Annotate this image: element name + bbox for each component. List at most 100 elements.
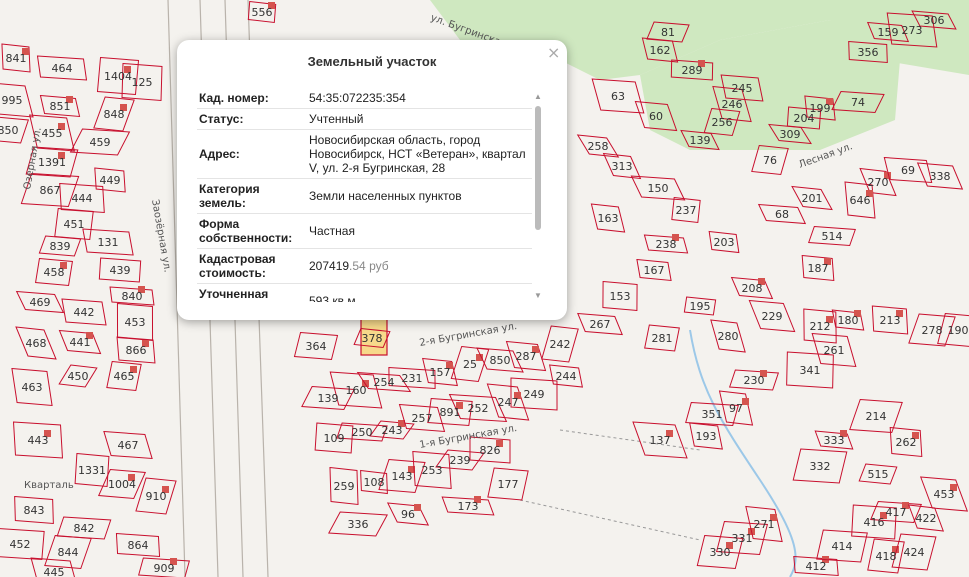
close-icon[interactable]: × — [547, 43, 560, 62]
parcel-label: 1004 — [108, 478, 136, 491]
parcel-info-popup: Земельный участок × Кад. номер: 54:35:07… — [177, 40, 567, 320]
scroll-thumb[interactable] — [535, 106, 541, 230]
parcel-label: 245 — [732, 82, 753, 95]
info-value: Земли населенных пунктов — [307, 178, 532, 214]
parcel-label: 257 — [412, 412, 433, 425]
info-row: Кадастровая стоимость: 207419.54 руб — [197, 248, 532, 284]
parcel-label: 338 — [930, 170, 951, 183]
parcel-label: 60 — [649, 110, 663, 123]
parcel-label: 199 — [810, 102, 831, 115]
info-value: Учтенный — [307, 108, 532, 130]
info-value: 593 кв.м — [307, 283, 532, 302]
parcel-label: 139 — [690, 134, 711, 147]
info-row: Форма собственности: Частная — [197, 213, 532, 249]
parcel-label: 253 — [422, 464, 443, 477]
info-table: Кад. номер: 54:35:072235:354 Статус: Учт… — [197, 88, 532, 302]
parcel-label: 443 — [28, 434, 49, 447]
parcel-label: 378 — [362, 332, 383, 345]
parcel-label: 331 — [732, 532, 753, 545]
parcel-label: 125 — [132, 76, 153, 89]
info-label: Адрес: — [197, 129, 307, 179]
parcel-label: 356 — [858, 46, 879, 59]
parcel-label: 256 — [712, 116, 733, 129]
parcel-label: 422 — [916, 512, 937, 525]
parcel-label: 262 — [896, 436, 917, 449]
parcel-label: 246 — [722, 98, 743, 111]
scroll-up-icon[interactable]: ▲ — [534, 92, 542, 101]
parcel-label: 866 — [126, 344, 147, 357]
parcel-label: 280 — [718, 330, 739, 343]
parcel-label: 848 — [104, 108, 125, 121]
parcel-label: 143 — [392, 470, 413, 483]
parcel-label: 465 — [114, 370, 135, 383]
parcel-label: 445 — [44, 566, 65, 577]
parcel-label: 330 — [710, 546, 731, 559]
parcel-label: 514 — [822, 230, 843, 243]
street-label: Кварталь — [24, 480, 74, 491]
parcel-label: 412 — [806, 560, 827, 573]
info-row: Уточненная площадь: 593 кв.м — [197, 283, 532, 302]
info-row: Кад. номер: 54:35:072235:354 — [197, 88, 532, 109]
parcel-label: 515 — [868, 468, 889, 481]
parcel-label: 442 — [74, 306, 95, 319]
parcel-label: 97 — [729, 402, 743, 415]
parcel-label: 839 — [50, 240, 71, 253]
parcel-label: 81 — [661, 26, 675, 39]
parcel-label: 247 — [498, 396, 519, 409]
parcel-label: 212 — [810, 320, 831, 333]
parcel-label: 556 — [252, 6, 273, 19]
parcel-label: 364 — [306, 340, 327, 353]
parcel-label: 306 — [924, 14, 945, 27]
parcel-label: 68 — [775, 208, 789, 221]
parcel-label: 153 — [610, 290, 631, 303]
parcel-label: 463 — [22, 381, 43, 394]
parcel-label: 229 — [762, 310, 783, 323]
cost-value: 207419 — [309, 259, 350, 273]
parcel-label: 159 — [878, 26, 899, 39]
parcel-label: 162 — [650, 44, 671, 57]
info-row: Адрес: Новосибирская область, город Ново… — [197, 129, 532, 179]
parcel-label: 843 — [24, 504, 45, 517]
parcel-label: 242 — [550, 338, 571, 351]
scroll-down-icon[interactable]: ▼ — [534, 291, 542, 300]
cost-value-extra: .54 руб — [349, 259, 389, 273]
info-value: Частная — [307, 213, 532, 249]
parcel-label: 237 — [676, 204, 697, 217]
parcel-label: 1391 — [38, 156, 66, 169]
parcel-label: 453 — [934, 488, 955, 501]
popup-scrollbar[interactable]: ▲ ▼ — [534, 92, 542, 300]
parcel-label: 63 — [611, 90, 625, 103]
parcel-label: 137 — [650, 434, 671, 447]
parcel-label: 108 — [364, 476, 385, 489]
parcel-label: 418 — [876, 550, 897, 563]
info-label: Форма собственности: — [197, 213, 307, 249]
parcel-label: 254 — [374, 376, 395, 389]
parcel-label: 995 — [2, 94, 23, 107]
parcel-label: 891 — [440, 406, 461, 419]
parcel-label: 230 — [744, 374, 765, 387]
parcel-label: 25 — [463, 358, 477, 371]
parcel-label: 1331 — [78, 464, 106, 477]
info-label: Статус: — [197, 108, 307, 130]
parcel-label: 193 — [696, 430, 717, 443]
parcel-label: 309 — [780, 128, 801, 141]
parcel-label: 332 — [810, 460, 831, 473]
parcel-label: 177 — [498, 478, 519, 491]
parcel-label: 109 — [324, 432, 345, 445]
parcel-label: 826 — [480, 444, 501, 457]
parcel-label: 459 — [90, 136, 111, 149]
parcel-label: 201 — [802, 192, 823, 205]
parcel-label: 231 — [402, 372, 423, 385]
info-label: Кад. номер: — [197, 88, 307, 109]
parcel-label: 273 — [902, 24, 923, 37]
parcel-label: 150 — [648, 182, 669, 195]
parcel-label: 190 — [948, 324, 969, 337]
parcel-label: 131 — [98, 236, 119, 249]
info-label: Кадастровая стоимость: — [197, 248, 307, 284]
parcel-label: 213 — [880, 314, 901, 327]
parcel-label: 351 — [702, 408, 723, 421]
parcel-label: 163 — [598, 212, 619, 225]
parcel-label: 96 — [401, 508, 415, 521]
parcel-label: 281 — [652, 332, 673, 345]
parcel-label: 258 — [588, 140, 609, 153]
